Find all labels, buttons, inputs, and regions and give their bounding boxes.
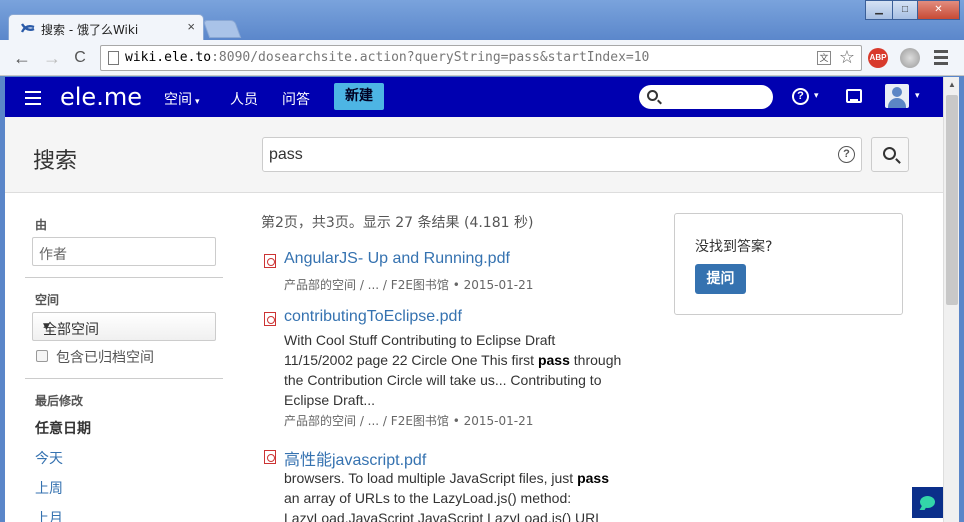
divider <box>25 378 223 379</box>
url-text[interactable]: wiki.ele.to:8090/dosearchsite.action?que… <box>125 50 649 65</box>
date-option-last-week[interactable]: 上周 <box>35 478 63 498</box>
search-icon <box>883 147 896 160</box>
result-breadcrumb[interactable]: 产品部的空间 / ... / F2E图书馆 • 2015-01-21 <box>284 276 533 293</box>
page-title: 搜索 <box>33 149 78 174</box>
space-select[interactable]: 全部空间 ▼ <box>32 312 216 341</box>
chevron-down-icon: ▾ <box>195 97 200 107</box>
chat-bubble-icon <box>920 496 935 508</box>
chevron-down-icon: ▼ <box>43 322 50 332</box>
create-button[interactable]: 新建 <box>334 83 384 110</box>
quick-search-input[interactable] <box>639 85 773 109</box>
forward-icon[interactable]: → <box>42 48 62 68</box>
site-logo[interactable]: ele.me <box>60 83 142 111</box>
hamburger-menu-icon[interactable] <box>25 91 41 109</box>
extension-globe-icon[interactable] <box>900 48 920 68</box>
include-archived-checkbox[interactable] <box>36 350 48 362</box>
adblock-plus-icon[interactable]: ABP <box>868 48 888 68</box>
result-title-link[interactable]: AngularJS- Up and Running.pdf <box>284 250 510 268</box>
close-window-button[interactable]: ✕ <box>917 0 960 20</box>
nav-spaces[interactable]: 空间 ▾ <box>164 89 200 109</box>
tab-close-icon[interactable]: × <box>187 19 195 34</box>
new-tab-button[interactable] <box>202 20 242 38</box>
chat-button[interactable] <box>912 487 943 518</box>
ask-prompt: 没找到答案? <box>695 239 773 255</box>
search-help-icon[interactable]: ? <box>838 146 855 163</box>
date-option-today[interactable]: 今天 <box>35 448 63 468</box>
address-bar[interactable]: wiki.ele.to:8090/dosearchsite.action?que… <box>100 45 862 71</box>
date-option-any[interactable]: 任意日期 <box>35 418 91 438</box>
translate-icon[interactable]: 文 <box>817 51 831 65</box>
ask-question-panel: 没找到答案? 提问 <box>674 213 903 315</box>
browser-menu-icon[interactable] <box>934 50 948 68</box>
nav-qa[interactable]: 问答 <box>282 89 310 109</box>
confluence-favicon-icon <box>21 23 35 33</box>
result-title-link[interactable]: 高性能javascript.pdf <box>284 446 426 470</box>
nav-people[interactable]: 人员 <box>230 89 258 109</box>
chevron-down-icon[interactable]: ▾ <box>915 90 920 101</box>
maximize-button[interactable]: □ <box>892 0 918 20</box>
chevron-down-icon[interactable]: ▾ <box>814 90 819 101</box>
vertical-scrollbar[interactable]: ▲ <box>943 77 959 522</box>
help-icon[interactable]: ? <box>792 88 809 105</box>
back-icon[interactable]: ← <box>12 48 32 68</box>
search-header: 搜索 pass ? <box>5 117 943 193</box>
space-filter-label: 空间 <box>35 293 60 307</box>
include-archived-label[interactable]: 包含已归档空间 <box>56 347 154 367</box>
notifications-inbox-icon[interactable] <box>846 89 862 103</box>
author-filter-label: 由 <box>35 218 48 232</box>
pdf-file-icon <box>264 450 276 464</box>
last-modified-label: 最后修改 <box>35 394 84 408</box>
pdf-file-icon <box>264 254 276 268</box>
bookmark-star-icon[interactable]: ☆ <box>839 47 855 68</box>
minimize-button[interactable]: ▁ <box>865 0 893 20</box>
pdf-file-icon <box>264 312 276 326</box>
result-excerpt: With Cool Stuff Contributing to Eclipse … <box>284 332 622 408</box>
result-breadcrumb[interactable]: 产品部的空间 / ... / F2E图书馆 • 2015-01-21 <box>284 412 533 429</box>
results-summary: 第2页，共3页。显示 27 条结果 (4.181 秒) <box>261 215 534 231</box>
page-icon <box>108 51 119 65</box>
scroll-up-icon[interactable]: ▲ <box>944 77 960 93</box>
reload-icon[interactable]: C <box>70 48 90 68</box>
author-field[interactable]: 作者 <box>32 237 216 266</box>
search-query[interactable]: pass <box>269 146 303 164</box>
window-border <box>959 77 964 522</box>
browser-toolbar: ← → C wiki.ele.to:8090/dosearchsite.acti… <box>0 40 964 76</box>
top-navigation: ele.me 空间 ▾ 人员 问答 新建 ? ▾ ▾ <box>5 77 943 117</box>
result-title-link[interactable]: contributingToEclipse.pdf <box>284 308 462 326</box>
search-button[interactable] <box>871 137 909 172</box>
divider <box>25 277 223 278</box>
page-content: ele.me 空间 ▾ 人员 问答 新建 ? ▾ ▾ 搜索 pass ? 由 作者… <box>5 77 943 522</box>
search-icon <box>647 90 658 101</box>
browser-tab[interactable]: 搜索 - 饿了么Wiki × <box>8 14 204 40</box>
tab-strip: 搜索 - 饿了么Wiki × ▁ □ ✕ <box>0 0 964 40</box>
result-excerpt: browsers. To load multiple JavaScript fi… <box>284 470 610 522</box>
search-input[interactable]: pass ? <box>262 137 862 172</box>
date-option-last-month[interactable]: 上月 <box>35 508 63 522</box>
tab-title: 搜索 - 饿了么Wiki <box>41 23 139 37</box>
ask-button[interactable]: 提问 <box>695 264 746 294</box>
user-avatar[interactable] <box>885 84 909 108</box>
scrollbar-thumb[interactable] <box>946 95 958 305</box>
